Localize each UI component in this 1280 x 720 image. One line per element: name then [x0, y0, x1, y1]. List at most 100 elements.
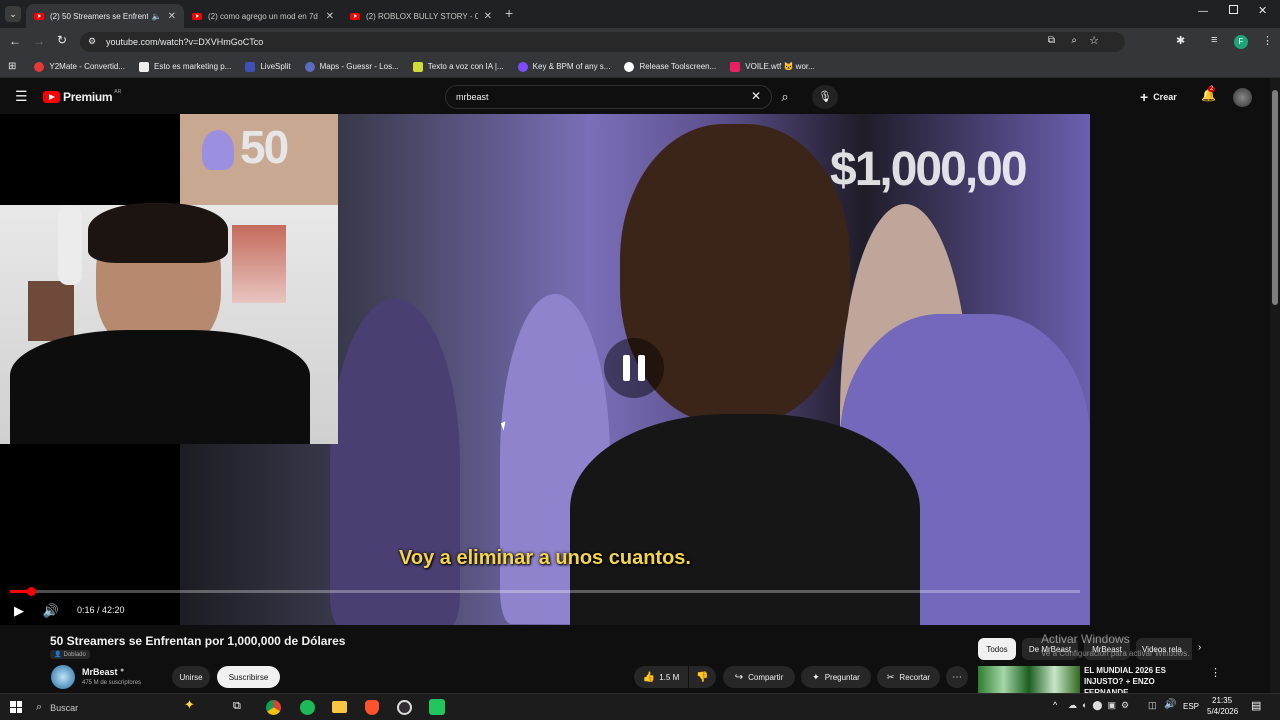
channel-name[interactable]: MrBeast — [82, 667, 118, 677]
brave-icon[interactable] — [365, 700, 379, 715]
close-tab-icon[interactable]: ✕ — [168, 11, 176, 22]
tab-search-button[interactable]: ⌄ — [5, 6, 21, 22]
site-info-icon[interactable]: ⚙ — [88, 36, 96, 47]
app-green-icon[interactable] — [429, 699, 445, 715]
clock-time[interactable]: 21:35 — [1212, 696, 1232, 705]
bookmark-item[interactable]: Esto es marketing p... — [138, 61, 231, 72]
browser-menu-icon[interactable]: ⋮ — [1262, 34, 1273, 47]
install-app-icon[interactable]: ⧉ — [1048, 35, 1055, 46]
time-display: 0:16 / 42:20 — [77, 605, 125, 615]
join-button[interactable]: Unirse — [172, 666, 210, 688]
bookmark-favicon-icon — [34, 61, 45, 72]
back-icon[interactable]: ← — [9, 34, 21, 48]
ask-button[interactable]: ✦ Preguntar — [801, 666, 871, 688]
share-button[interactable]: ↪ Compartir — [723, 666, 795, 688]
bookmark-item[interactable]: Maps - Guessr - Los... — [304, 61, 399, 72]
bookmark-item[interactable]: LiveSplit — [245, 61, 291, 72]
youtube-favicon-icon — [34, 12, 44, 20]
search-box[interactable]: mrbeast ✕ — [445, 85, 772, 109]
extensions-icon[interactable]: ✱ — [1176, 34, 1185, 47]
windows-start-icon[interactable] — [10, 701, 22, 713]
language-indicator[interactable]: ESP — [1183, 702, 1199, 711]
browser-tab-3[interactable]: (2) ROBLOX BULLY STORY - Ga ✕ — [342, 4, 500, 28]
bookmark-item[interactable]: Release Toolscreen... — [624, 61, 716, 72]
sparkle-icon: ✦ — [812, 671, 820, 682]
network-icon[interactable]: ◫ — [1148, 700, 1157, 711]
media-controls-icon[interactable]: ≡ — [1211, 34, 1217, 46]
progress-scrubber[interactable] — [27, 587, 37, 596]
voice-search-button[interactable]: 🎙 — [812, 85, 838, 109]
close-tab-icon[interactable]: ✕ — [484, 11, 492, 22]
clip-button[interactable]: ✂ Recortar — [877, 666, 940, 688]
video-title: 50 Streamers se Enfrentan por 1,000,000 … — [50, 634, 346, 648]
chrome-icon[interactable] — [266, 700, 281, 715]
logo-text: Premium — [63, 90, 113, 104]
tray-chevron-icon[interactable]: ^ — [1053, 700, 1057, 710]
address-bar[interactable]: ⚙ youtube.com/watch?v=DXVHmGoCTco ⧉ ⌕ ☆ — [80, 32, 1125, 52]
search-button[interactable]: ⌕ — [772, 85, 798, 109]
bookmark-star-icon[interactable]: ☆ — [1089, 34, 1099, 47]
obs-icon[interactable] — [397, 700, 412, 715]
tray-icons[interactable]: ☁◐⬤▣⚙ — [1068, 700, 1134, 711]
close-window-icon[interactable]: ✕ — [1258, 4, 1267, 17]
volume-tray-icon[interactable]: 🔊 — [1164, 699, 1176, 710]
progress-bar[interactable] — [10, 587, 1080, 596]
apps-grid-icon[interactable]: ⊞ — [8, 61, 16, 72]
clear-search-icon[interactable]: ✕ — [751, 89, 761, 103]
tab-title: (2) 50 Streamers se Enfrentan — [50, 11, 148, 21]
channel-avatar[interactable] — [51, 665, 75, 689]
bookmark-item[interactable]: VOILE.wtf 🐱 wor... — [730, 61, 815, 72]
forward-icon[interactable]: → — [33, 34, 45, 48]
create-button[interactable]: + Crear — [1140, 87, 1177, 107]
subscriber-count: 475 M de suscriptores — [82, 680, 142, 686]
search-highlight-icon: ✦ — [184, 697, 195, 712]
restore-window-icon[interactable] — [1229, 5, 1238, 14]
play-button[interactable]: ▶ — [10, 602, 28, 620]
browser-tab-strip: ⌄ (2) 50 Streamers se Enfrentan 🔈 ✕ (2) … — [0, 0, 1280, 28]
webcam-person-body — [10, 330, 310, 444]
new-tab-icon[interactable]: + — [505, 5, 513, 21]
bookmark-item[interactable]: Texto a voz con IA |... — [412, 61, 504, 72]
tab-title: (2) como agrego un mod en 7d — [208, 11, 318, 21]
browser-tab-1[interactable]: (2) 50 Streamers se Enfrentan 🔈 ✕ — [26, 4, 184, 28]
minimize-window-icon[interactable]: — — [1198, 6, 1208, 17]
share-label: Compartir — [748, 672, 784, 682]
task-view-icon[interactable]: ⧉ — [233, 700, 241, 713]
bookmark-item[interactable]: Y2Mate - Convertid... — [34, 61, 125, 72]
more-actions-button[interactable]: ⋯ — [946, 666, 968, 688]
notifications-center-icon[interactable]: ▤ — [1251, 699, 1261, 712]
bookmark-label: Key & BPM of any s... — [532, 62, 611, 71]
profile-avatar[interactable]: F — [1234, 35, 1248, 49]
account-avatar[interactable] — [1233, 88, 1252, 107]
webcam-shelf-item — [28, 281, 74, 341]
bookmark-favicon-icon — [517, 61, 528, 72]
like-button[interactable]: 👍 1.5 M — [634, 666, 688, 688]
chevron-right-icon[interactable]: › — [1198, 642, 1201, 653]
search-icon: ⌕ — [36, 701, 43, 713]
clock-date[interactable]: 5/4/2026 — [1207, 707, 1238, 716]
bookmark-item[interactable]: Key & BPM of any s... — [517, 61, 611, 72]
bookmark-favicon-icon — [245, 61, 256, 72]
bookmark-label: LiveSplit — [260, 62, 291, 71]
search-input[interactable]: mrbeast — [456, 92, 489, 102]
video-player[interactable]: $1,000,00 50 Voy a eliminar a unos cuant… — [0, 114, 1090, 625]
close-tab-icon[interactable]: ✕ — [326, 11, 334, 22]
volume-icon[interactable]: 🔊 — [42, 602, 60, 620]
tab-title: (2) ROBLOX BULLY STORY - Ga — [366, 11, 478, 21]
browser-tab-2[interactable]: (2) como agrego un mod en 7d ✕ — [184, 4, 342, 28]
suggested-video-thumbnail[interactable] — [978, 666, 1080, 693]
youtube-premium-logo[interactable]: Premium AR — [43, 89, 121, 104]
file-explorer-icon[interactable] — [332, 701, 347, 713]
bookmark-favicon-icon — [730, 61, 741, 72]
chip-all[interactable]: Todos — [978, 638, 1016, 660]
subscribe-button[interactable]: Suscribirse — [217, 666, 280, 688]
page-scrollbar[interactable] — [1270, 78, 1280, 693]
more-options-icon[interactable]: ⋮ — [1210, 666, 1221, 679]
scrollbar-thumb[interactable] — [1272, 90, 1278, 305]
reload-icon[interactable]: ↻ — [57, 33, 67, 47]
pause-overlay-icon[interactable] — [604, 338, 664, 398]
spotify-icon[interactable] — [300, 700, 315, 715]
zoom-icon[interactable]: ⌕ — [1071, 35, 1077, 46]
dislike-button[interactable]: 👎 — [689, 666, 716, 688]
guide-menu-icon[interactable]: ☰ — [15, 88, 28, 105]
